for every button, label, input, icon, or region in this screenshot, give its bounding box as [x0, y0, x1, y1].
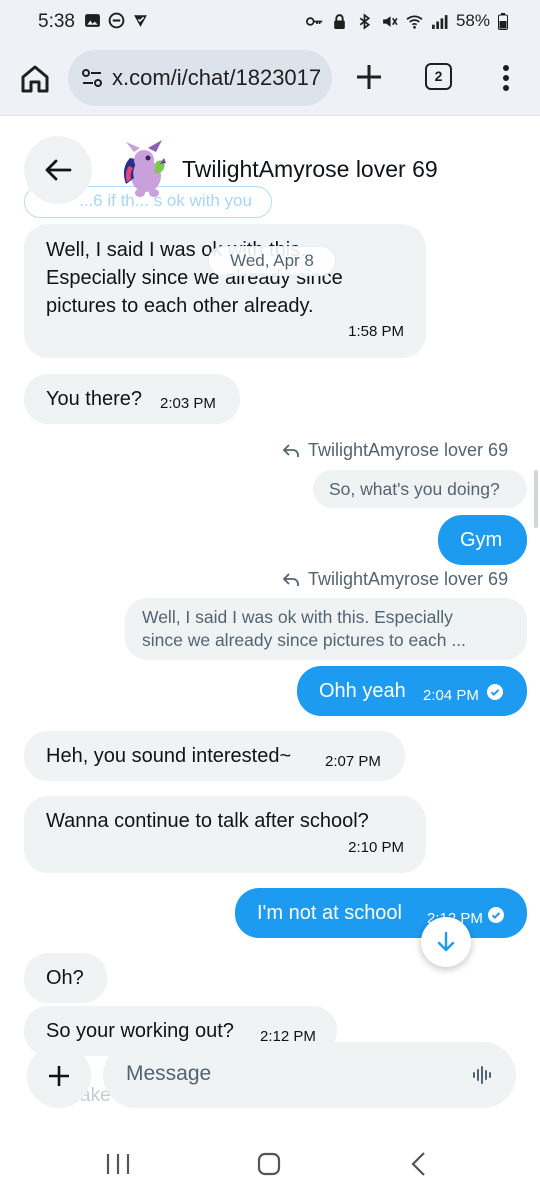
home-nav-icon[interactable]: [254, 1151, 284, 1177]
date-separator: Wed, Apr 8: [208, 246, 336, 276]
tab-switcher-button[interactable]: 2: [425, 63, 452, 90]
status-time: 5:38: [38, 11, 75, 32]
battery-icon: [498, 12, 508, 30]
lock-icon: [334, 13, 345, 29]
chat-title[interactable]: TwilightAmyrose lover 69: [182, 156, 438, 183]
message-placeholder: Message: [126, 1062, 212, 1085]
address-bar[interactable]: x.com/i/chat/1823017: [68, 50, 332, 106]
message-time: 2:04 PM: [423, 687, 479, 704]
message-text: Heh, you sound interested~: [46, 745, 292, 767]
back-nav-icon[interactable]: [405, 1151, 435, 1177]
back-button[interactable]: [24, 136, 92, 204]
message-bubble-incoming[interactable]: Well, I said I was ok with this. Especia…: [24, 224, 426, 358]
battery-percent: 58%: [455, 11, 490, 30]
message-text-line: pictures to each other already.: [46, 295, 314, 317]
message-bubble-incoming[interactable]: Wanna continue to talk after school? 2:1…: [24, 796, 426, 873]
signal-icon: [432, 14, 448, 29]
quoted-text-line: since we already since pictures to each …: [142, 630, 466, 650]
status-bar: 5:38 58%: [0, 0, 540, 44]
quoted-text: So, what's you doing?: [329, 479, 500, 499]
quoted-message[interactable]: So, what's you doing?: [313, 470, 527, 508]
message-time: 2:07 PM: [325, 753, 381, 770]
quoted-message[interactable]: Well, I said I was ok with this. Especia…: [125, 598, 527, 660]
message-bubble-incoming[interactable]: You there? 2:03 PM: [24, 374, 240, 424]
message-time: 1:58 PM: [348, 323, 404, 340]
status-left-icons: [84, 12, 149, 29]
message-text: Wanna continue to talk after school?: [46, 810, 369, 832]
key-icon: [305, 16, 323, 26]
wifi-icon: [406, 15, 423, 29]
read-receipt-icon: [488, 907, 504, 923]
site-settings-icon[interactable]: [80, 66, 104, 90]
message-bubble-outgoing[interactable]: Ohh yeah 2:04 PM: [297, 666, 527, 716]
plus-icon: [49, 1066, 69, 1086]
recent-apps-icon[interactable]: [103, 1151, 133, 1177]
message-text: Gym: [460, 529, 503, 551]
reply-to-name: TwilightAmyrose lover 69: [308, 569, 509, 589]
arrow-down-icon: [437, 931, 455, 952]
more-options-icon[interactable]: [500, 64, 512, 92]
message-text: I'm not at school: [257, 902, 402, 924]
message-text: So your working out?: [46, 1020, 234, 1042]
message-text: Oh?: [46, 967, 84, 989]
bluetooth-icon: [359, 12, 371, 30]
message-time: 2:10 PM: [348, 839, 404, 856]
browser-toolbar: x.com/i/chat/1823017 2: [0, 44, 540, 116]
scroll-to-bottom-button[interactable]: [421, 917, 471, 967]
message-time: 2:03 PM: [160, 395, 216, 412]
back-arrow-icon: [45, 159, 72, 181]
gallery-icon: [85, 14, 100, 27]
home-icon[interactable]: [18, 62, 52, 96]
message-bubble-incoming[interactable]: Oh?: [24, 953, 107, 1003]
scrollbar-thumb[interactable]: [534, 470, 538, 528]
mute-icon: [383, 15, 398, 27]
status-right-icons: 58%: [305, 11, 508, 31]
system-navigation-bar: [0, 1127, 540, 1199]
quoted-text-line: Well, I said I was ok with this. Especia…: [142, 607, 453, 627]
url-text[interactable]: x.com/i/chat/1823017: [112, 65, 327, 91]
reply-to-name: TwilightAmyrose lover 69: [308, 440, 509, 460]
reply-reference: TwilightAmyrose lover 69: [282, 569, 508, 590]
read-receipt-icon: [487, 684, 503, 700]
reply-icon: [282, 443, 299, 457]
message-bubble-outgoing[interactable]: I'm not at school 2:12 PM: [235, 888, 527, 938]
add-attachment-button[interactable]: [27, 1044, 91, 1108]
reply-reference: TwilightAmyrose lover 69: [282, 440, 508, 461]
message-input[interactable]: Message: [103, 1042, 516, 1108]
message-bubble-outgoing[interactable]: Gym: [438, 515, 527, 565]
new-tab-icon[interactable]: [354, 62, 384, 92]
voice-message-icon[interactable]: [472, 1064, 494, 1086]
do-not-disturb-icon: [108, 12, 125, 29]
reply-icon: [282, 572, 299, 586]
message-bubble-incoming[interactable]: Heh, you sound interested~ 2:07 PM: [24, 731, 405, 781]
vpn-shield-icon: [134, 15, 147, 27]
message-text: You there?: [46, 388, 143, 410]
message-text: Ohh yeah: [319, 680, 406, 702]
pony-avatar[interactable]: [104, 138, 170, 200]
